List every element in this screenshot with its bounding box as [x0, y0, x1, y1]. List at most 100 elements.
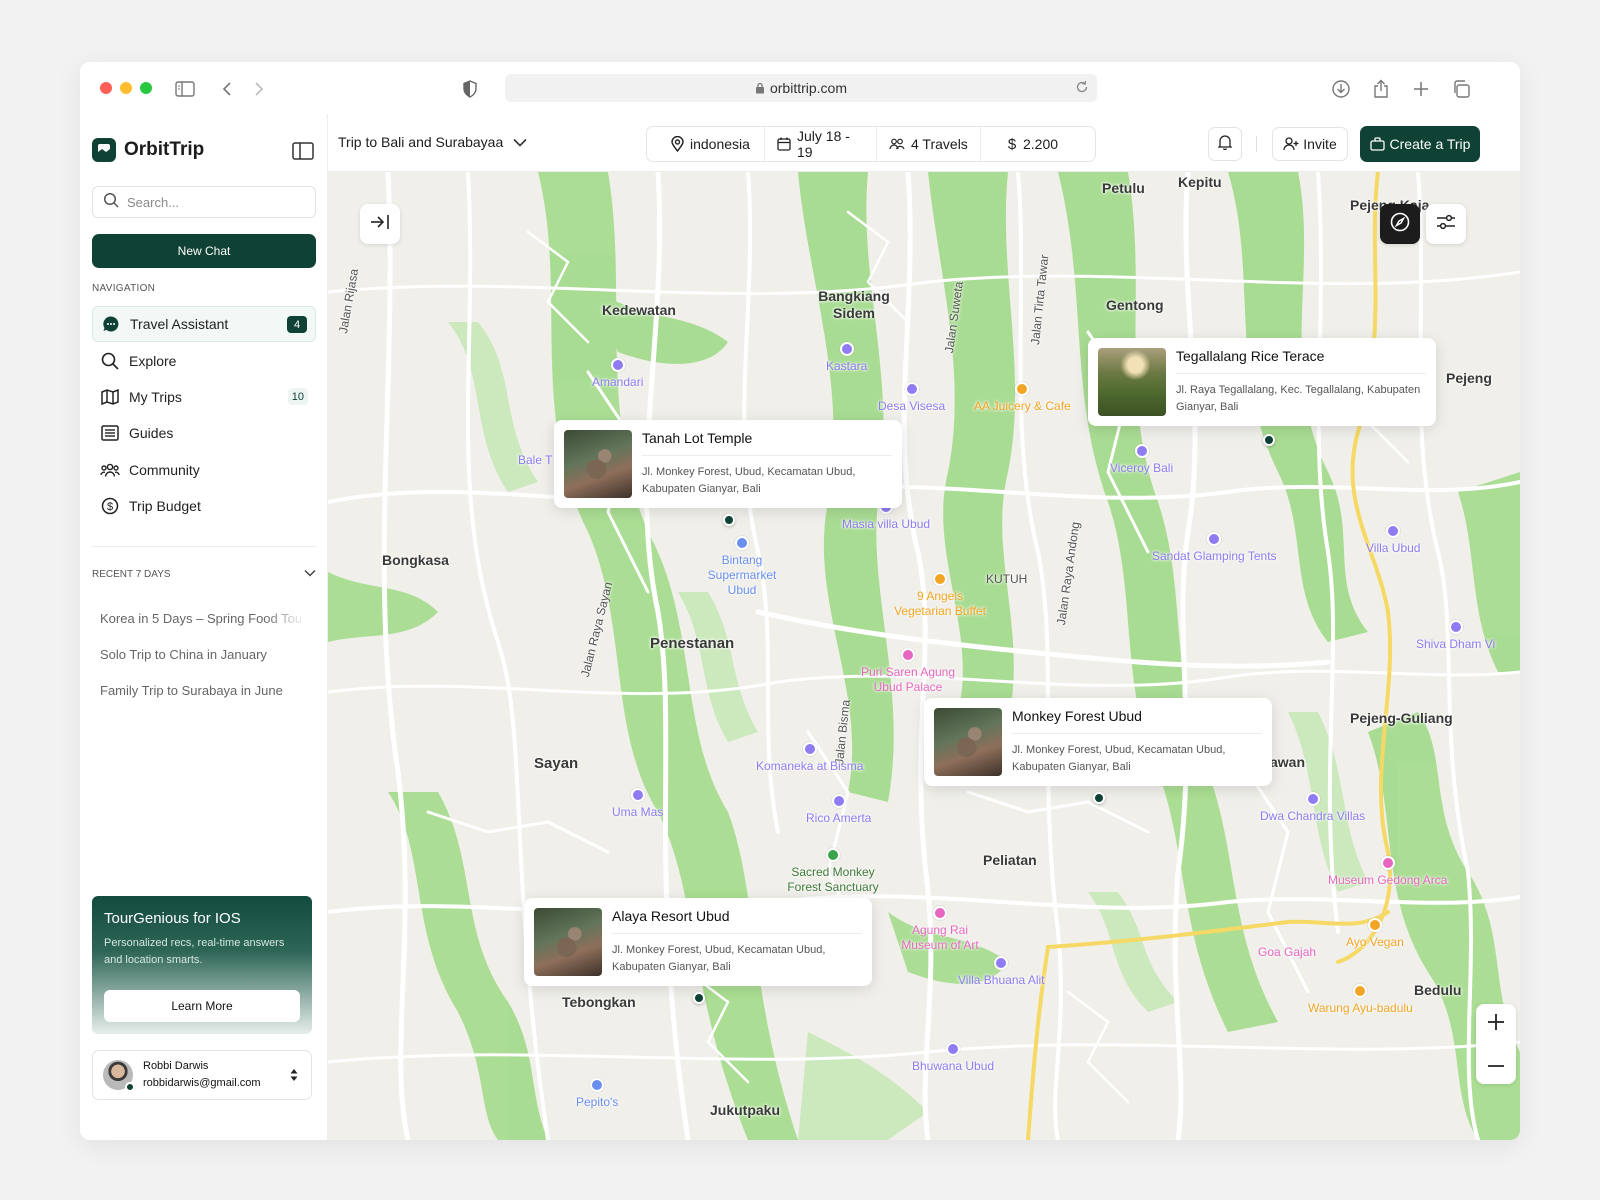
search-box[interactable]: [92, 186, 316, 218]
location-card-alaya-resort[interactable]: Alaya Resort Ubud Jl. Monkey Forest, Ubu…: [524, 898, 872, 986]
poi-marker[interactable]: Desa Visesa: [878, 382, 945, 414]
nav-label: Explore: [129, 353, 177, 369]
brand[interactable]: OrbitTrip: [92, 138, 204, 162]
learn-more-button[interactable]: Learn More: [104, 990, 300, 1022]
location-marker[interactable]: [1093, 792, 1105, 804]
nav-travel-assistant[interactable]: Travel Assistant 4: [92, 306, 316, 342]
location-card-monkey-forest[interactable]: Monkey Forest Ubud Jl. Monkey Forest, Ub…: [924, 698, 1272, 786]
map-view[interactable]: Kedewatan Bangkiang Sidem Gentong Petulu…: [328, 172, 1520, 1140]
poi-marker[interactable]: Puri Saren Agung Ubud Palace: [852, 648, 964, 696]
location-marker[interactable]: [1263, 434, 1275, 446]
recent-chat-item[interactable]: Korea in 5 Days – Spring Food Tou: [100, 611, 306, 626]
nav-community[interactable]: Community: [92, 452, 316, 488]
poi-marker[interactable]: Kastara: [826, 342, 867, 374]
zoom-in-button[interactable]: [1476, 1004, 1516, 1044]
nav-my-trips[interactable]: My Trips 10: [92, 379, 316, 415]
poi-marker[interactable]: Agung Rai Museum of Art: [898, 906, 982, 953]
create-trip-button[interactable]: Create a Trip: [1360, 126, 1480, 162]
poi-marker[interactable]: Sacred Monkey Forest Sanctuary: [778, 848, 888, 895]
location-marker[interactable]: [693, 992, 705, 1004]
trip-selector[interactable]: Trip to Bali and Surabayaa: [338, 134, 527, 150]
poi-marker[interactable]: Viceroy Bali: [1110, 444, 1173, 476]
poi-marker[interactable]: 9 Angels Vegetarian Buffet: [890, 572, 990, 619]
location-filter[interactable]: indonesia: [647, 127, 765, 161]
new-tab-icon[interactable]: [1410, 78, 1432, 100]
tab-overview-icon[interactable]: [1450, 78, 1472, 100]
nav-guides[interactable]: Guides: [92, 415, 316, 451]
new-chat-button[interactable]: New Chat: [92, 234, 316, 268]
user-account-switcher[interactable]: Robbi Darwis robbidarwis@gmail.com: [92, 1050, 312, 1100]
nav-trip-budget[interactable]: $ Trip Budget: [92, 488, 316, 524]
location-title: Tanah Lot Temple: [642, 430, 892, 456]
shopping-pin-icon: [735, 536, 749, 550]
reload-icon[interactable]: [1075, 80, 1089, 97]
forward-icon[interactable]: [248, 78, 270, 100]
park-pin-icon: [826, 848, 840, 862]
poi-marker[interactable]: Uma Mas: [612, 788, 663, 820]
back-icon[interactable]: [216, 78, 238, 100]
close-window-button[interactable]: [100, 82, 112, 94]
recent-chat-item[interactable]: Solo Trip to China in January: [100, 647, 306, 662]
poi-marker[interactable]: Dwa Chandra Villas: [1260, 792, 1365, 824]
poi-marker[interactable]: Pepito's: [576, 1078, 618, 1110]
maximize-window-button[interactable]: [140, 82, 152, 94]
recent-section-header[interactable]: RECENT 7 DAYS: [92, 569, 316, 580]
url-text: orbittrip.com: [769, 80, 848, 96]
budget-filter[interactable]: $ 2.200: [981, 127, 1095, 161]
recent-chat-item[interactable]: Family Trip to Surabaya in June: [100, 683, 306, 698]
restaurant-pin-icon: [933, 572, 947, 586]
poi-marker[interactable]: Villa Bhuana Alit: [958, 956, 1045, 988]
location-address: Jl. Monkey Forest, Ubud, Kecamatan Ubud,…: [612, 944, 826, 973]
nav-explore[interactable]: Explore: [92, 343, 316, 379]
add-user-icon: [1283, 137, 1299, 151]
nav-label: Community: [129, 462, 200, 478]
avatar: [103, 1060, 135, 1092]
poi-marker[interactable]: Bhuwana Ubud: [912, 1042, 994, 1074]
poi-marker[interactable]: Amandari: [592, 358, 643, 390]
poi-marker[interactable]: Ayo Vegan: [1346, 918, 1404, 950]
minimize-window-button[interactable]: [120, 82, 132, 94]
share-icon[interactable]: [1370, 78, 1392, 100]
poi-marker[interactable]: Komaneka at Bisma: [756, 742, 863, 774]
hotel-pin-icon: [994, 956, 1009, 970]
notifications-button[interactable]: [1208, 127, 1242, 161]
poi-marker[interactable]: Shiva Dham Vi: [1416, 620, 1495, 652]
search-input[interactable]: [127, 194, 307, 210]
chevron-down-icon[interactable]: [304, 569, 316, 580]
travelers-value: 4 Travels: [911, 136, 968, 152]
download-icon[interactable]: [1330, 78, 1352, 100]
location-value: indonesia: [690, 136, 750, 152]
location-title: Monkey Forest Ubud: [1012, 708, 1262, 734]
date-filter[interactable]: July 18 - 19: [765, 127, 877, 161]
poi-marker[interactable]: Warung Ayu-badulu: [1308, 984, 1413, 1016]
restaurant-pin-icon: [1015, 382, 1030, 396]
invite-button[interactable]: Invite: [1272, 127, 1348, 161]
poi-marker[interactable]: AA Juicery & Cafe: [974, 382, 1071, 414]
chevron-up-down-icon[interactable]: [289, 1067, 299, 1088]
map-filters-button[interactable]: [1426, 204, 1466, 244]
promo-title: TourGenious for IOS: [104, 910, 241, 927]
travelers-filter[interactable]: 4 Travels: [877, 127, 981, 161]
poi-marker[interactable]: Goa Gajah: [1258, 928, 1316, 960]
nav-label: Travel Assistant: [130, 316, 229, 332]
privacy-shield-icon[interactable]: [459, 78, 481, 100]
poi-marker[interactable]: Bintang Supermarket Ubud: [702, 536, 782, 598]
browser-sidebar-icon[interactable]: [174, 78, 196, 100]
town-label: Kepitu: [1178, 174, 1222, 190]
expand-panel-button[interactable]: [360, 204, 400, 244]
sidebar-divider: [92, 546, 316, 547]
address-bar[interactable]: orbittrip.com: [505, 74, 1097, 102]
poi-marker[interactable]: Villa Ubud: [1366, 524, 1420, 556]
location-marker[interactable]: [723, 514, 735, 526]
location-card-tanah-lot[interactable]: Tanah Lot Temple Jl. Monkey Forest, Ubud…: [554, 420, 902, 508]
hotel-pin-icon: [904, 382, 919, 396]
poi-marker[interactable]: Sandat Glamping Tents: [1152, 532, 1277, 564]
location-thumbnail: [534, 908, 602, 976]
zoom-out-button[interactable]: [1476, 1044, 1516, 1084]
compass-button[interactable]: [1380, 204, 1420, 244]
location-card-tegallalang[interactable]: Tegallalang Rice Terace Jl. Raya Tegalla…: [1088, 338, 1436, 426]
hotel-pin-icon: [831, 794, 846, 808]
collapse-sidebar-icon[interactable]: [292, 142, 314, 165]
poi-marker[interactable]: Museum Gedong Arca: [1328, 856, 1447, 888]
poi-marker[interactable]: Rico Amerta: [806, 794, 871, 826]
